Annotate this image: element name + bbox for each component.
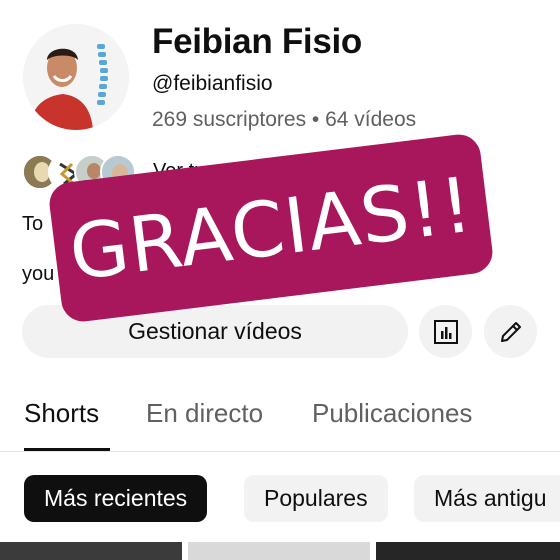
channel-avatar[interactable]	[23, 24, 129, 130]
short-thumbnail[interactable]	[376, 542, 560, 560]
edit-channel-button[interactable]	[484, 305, 537, 358]
channel-link-start[interactable]: you	[22, 263, 54, 286]
short-thumbnail[interactable]	[188, 542, 370, 560]
filter-chip-recent[interactable]: Más recientes	[24, 475, 208, 522]
tab-shorts[interactable]: Shorts	[24, 398, 99, 429]
short-thumbnail[interactable]	[0, 542, 182, 560]
channel-tabs: Shorts En directo Publicaciones	[0, 380, 560, 452]
shorts-grid	[0, 542, 560, 560]
avatar-image	[23, 24, 129, 130]
tab-live[interactable]: En directo	[146, 398, 263, 429]
channel-handle: @feibianfisio	[152, 72, 273, 95]
channel-stats: 269 suscriptores • 64 vídeos	[152, 108, 417, 131]
tab-posts[interactable]: Publicaciones	[312, 398, 472, 429]
channel-name: Feibian Fisio	[152, 22, 363, 61]
active-tab-indicator	[24, 448, 110, 451]
bar-chart-icon	[433, 319, 458, 344]
pencil-icon	[500, 321, 521, 342]
channel-description[interactable]: To	[22, 213, 43, 236]
filter-chip-oldest[interactable]: Más antigu	[414, 475, 560, 522]
filter-chip-popular[interactable]: Populares	[244, 475, 388, 522]
analytics-button[interactable]	[419, 305, 472, 358]
manage-videos-label: Gestionar vídeos	[128, 318, 302, 344]
